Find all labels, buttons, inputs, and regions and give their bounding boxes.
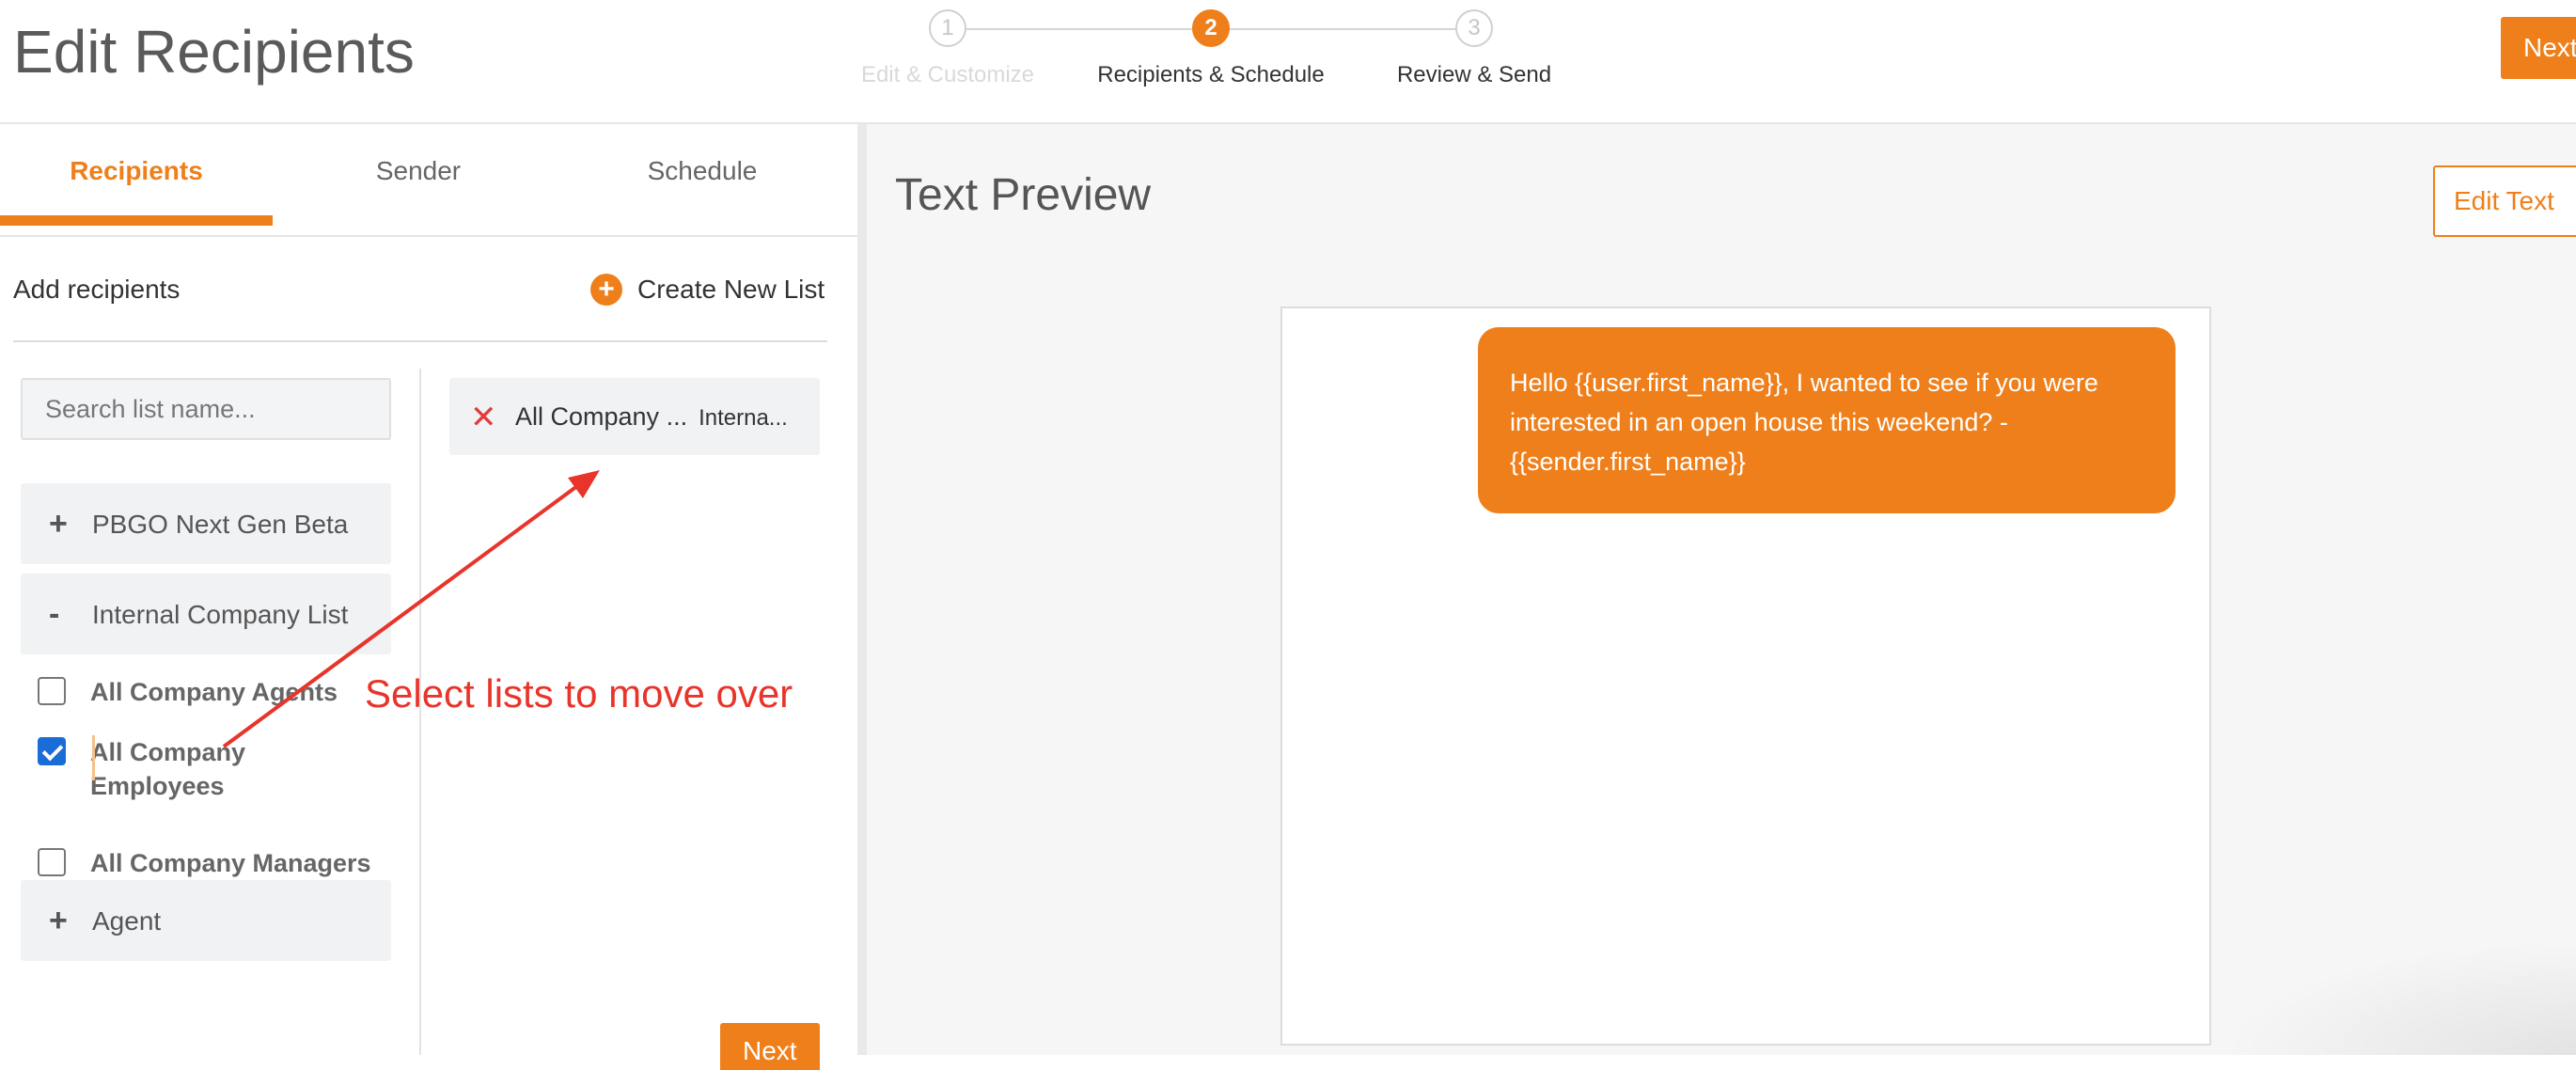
annotation-text: Select lists to move over [365,671,793,716]
group-agent[interactable]: + Agent [21,880,391,961]
step-number: 3 [1455,9,1493,47]
step-number: 2 [1192,9,1230,47]
step-label: Recipients & Schedule [1097,62,1325,87]
text-cursor [92,735,95,780]
search-list-input[interactable] [21,378,391,440]
group-internal-company-list[interactable]: - Internal Company List [21,574,391,654]
corner-shadow [2219,940,2576,1055]
remove-icon[interactable]: ✕ [470,399,497,436]
tab-schedule[interactable]: Schedule [566,124,839,226]
panel-divider[interactable] [857,124,867,1055]
list-item-label: All Company Managers [90,849,371,877]
active-tab-indicator [0,215,273,226]
checkbox[interactable] [38,677,66,705]
step-edit-customize[interactable]: 1 Edit & Customize [807,9,1089,88]
message-bubble: Hello {{user.first_name}}, I wanted to s… [1478,327,2175,513]
message-preview-box: Hello {{user.first_name}}, I wanted to s… [1280,307,2211,1046]
list-item-all-company-managers[interactable]: All Company Managers [38,846,371,880]
list-item-all-company-agents[interactable]: All Company Agents [38,675,338,709]
step-recipients-schedule[interactable]: 2 Recipients & Schedule [1070,9,1352,88]
recipients-panel: Recipients Sender Schedule Add recipient… [0,124,857,1070]
tabs-divider [0,235,857,237]
create-new-list-button[interactable]: + Create New List [590,267,825,312]
list-item-label: All Company Employees [90,738,246,800]
page-title: Edit Recipients [13,18,415,86]
selected-list-name: All Company ... Interna... [515,402,788,432]
expand-icon: + [49,903,68,938]
collapse-icon: - [49,596,60,632]
step-label: Review & Send [1396,62,1552,87]
edit-text-button[interactable]: Edit Text [2433,165,2576,237]
tab-recipients[interactable]: Recipients [0,124,273,226]
header: Edit Recipients 1 Edit & Customize 2 Rec… [0,0,2576,124]
list-item-all-company-employees[interactable]: All Company Employees [38,735,263,803]
plus-circle-icon: + [590,274,622,306]
selected-list-title: All Company ... [515,402,688,431]
expand-icon: + [49,506,68,542]
preview-title: Text Preview [895,170,1152,220]
step-number: 1 [929,9,966,47]
add-recipients-label: Add recipients [13,275,181,304]
selected-list-chip: ✕ All Company ... Interna... [449,378,820,455]
group-label: Internal Company List [92,600,349,629]
checkbox-checked[interactable] [38,737,66,765]
group-label: PBGO Next Gen Beta [92,510,349,539]
step-label: Edit & Customize [860,62,1035,87]
group-label: Agent [92,906,162,936]
text-preview-panel: Text Preview Edit Text Hello {{user.firs… [867,124,2576,1055]
panel-next-button[interactable]: Next [720,1023,820,1070]
next-button[interactable]: Next [2501,17,2576,79]
group-pbgo-next-gen-beta[interactable]: + PBGO Next Gen Beta [21,483,391,564]
list-item-label: All Company Agents [90,678,338,706]
selected-list-group: Interna... [699,405,788,431]
step-review-send[interactable]: 3 Review & Send [1333,9,1615,88]
section-divider [13,340,827,342]
checkbox[interactable] [38,848,66,876]
create-new-list-label: Create New List [637,275,825,304]
tab-sender[interactable]: Sender [282,124,555,226]
